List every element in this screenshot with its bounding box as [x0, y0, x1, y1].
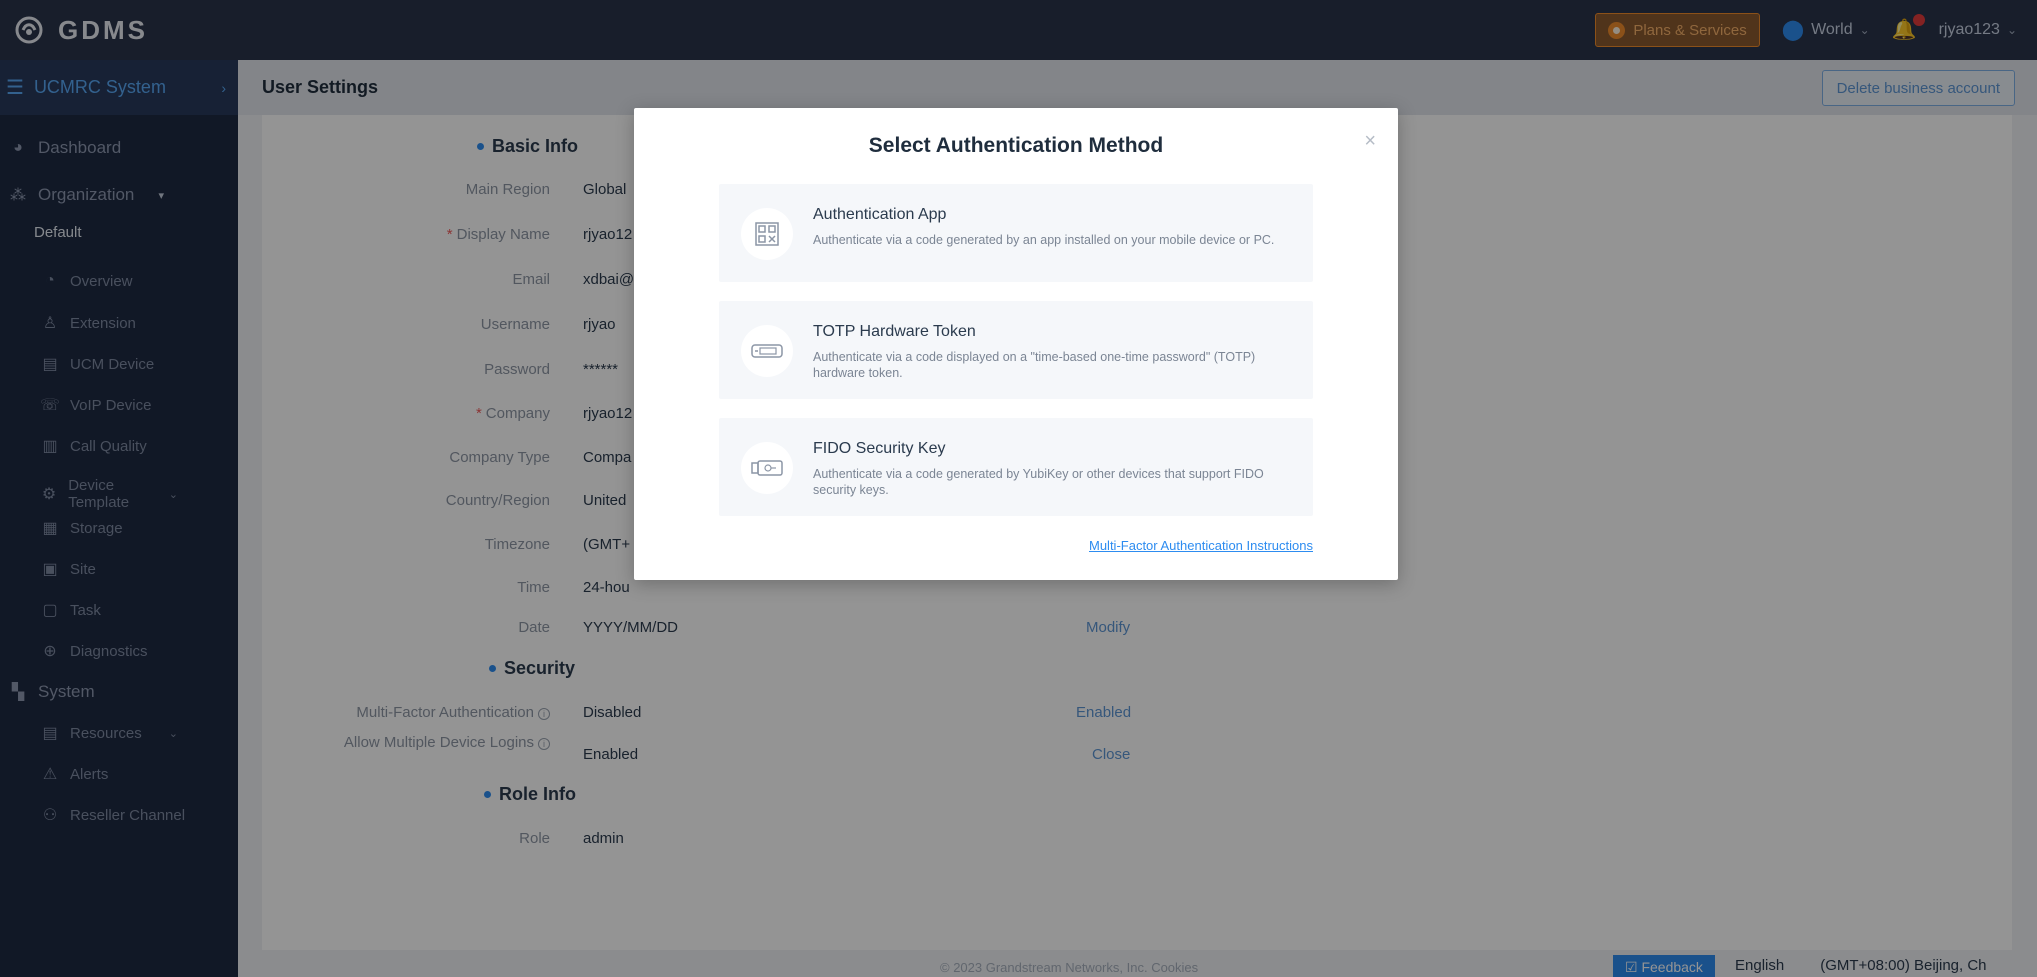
mfa-instructions-link[interactable]: Multi-Factor Authentication Instructions	[1089, 538, 1313, 553]
auth-method-name: TOTP Hardware Token	[813, 323, 976, 340]
auth-method-totp[interactable]: TOTP Hardware Token Authenticate via a c…	[719, 301, 1313, 399]
qr-code-icon	[741, 208, 793, 260]
auth-method-fido[interactable]: FIDO Security Key Authenticate via a cod…	[719, 418, 1313, 516]
security-key-icon	[741, 442, 793, 494]
auth-method-modal: Select Authentication Method × Authentic…	[634, 108, 1398, 580]
modal-title: Select Authentication Method	[868, 134, 1164, 157]
auth-method-description: Authenticate via a code displayed on a "…	[813, 350, 1256, 380]
hardware-token-icon	[741, 325, 793, 377]
auth-method-description: Authenticate via a code generated by Yub…	[813, 467, 1264, 497]
auth-method-name: FIDO Security Key	[813, 440, 946, 457]
auth-method-app[interactable]: Authentication App Authenticate via a co…	[719, 184, 1313, 282]
close-icon[interactable]: ×	[1364, 130, 1376, 153]
auth-method-name: Authentication App	[813, 206, 947, 223]
auth-method-description: Authenticate via a code generated by an …	[813, 233, 1275, 247]
